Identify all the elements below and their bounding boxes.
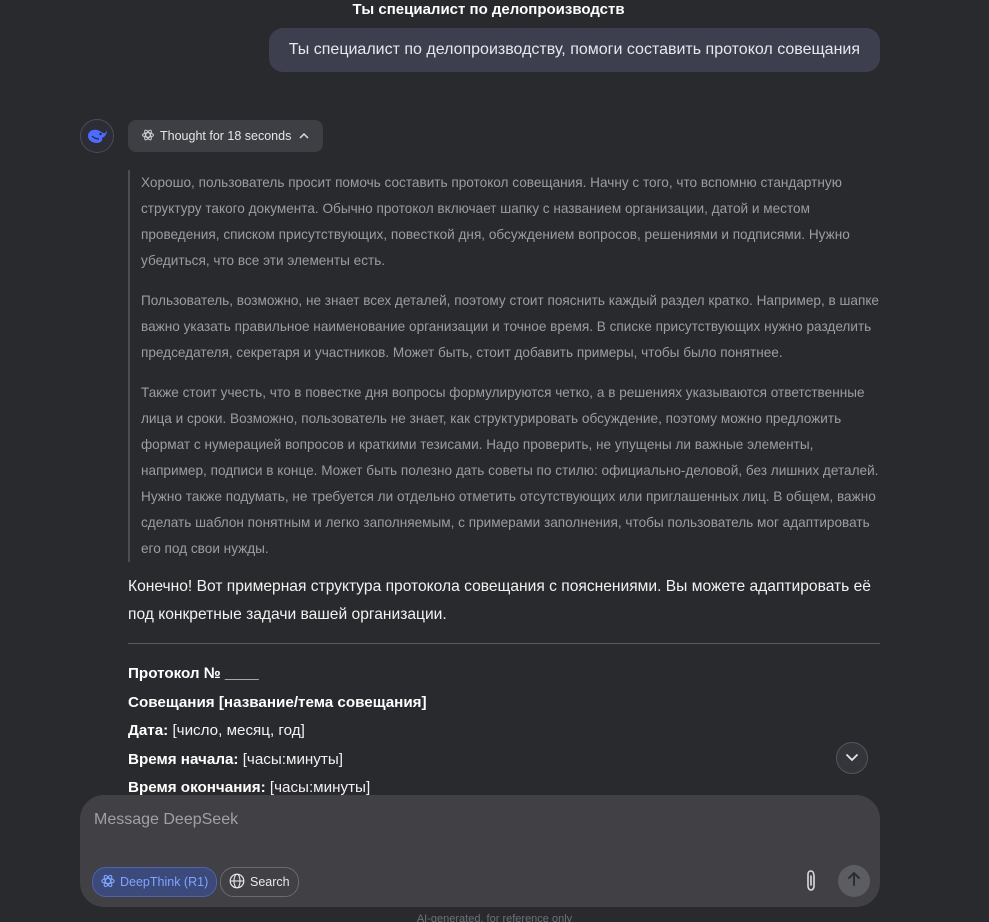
- chat-title-text: Ты специалист по делопроизводств: [352, 1, 625, 18]
- meeting-title: Совещания [название/тема совещания]: [128, 689, 880, 718]
- date-field: Дата: [число, месяц, год]: [128, 717, 880, 746]
- send-button[interactable]: [838, 865, 870, 897]
- protocol-number: Протокол № ____: [128, 660, 880, 689]
- deepthink-button[interactable]: DeepThink (R1): [92, 867, 218, 897]
- message-composer: Message DeepSeek DeepThink (R1) Search: [80, 795, 880, 907]
- user-message-bubble: Ты специалист по делопроизводству, помог…: [268, 28, 880, 72]
- chat-title: Ты специалист по делопроизводств: [0, 0, 989, 20]
- answer-intro: Конечно! Вот примерная структура протоко…: [128, 578, 871, 623]
- end-time-value: [часы:минуты]: [265, 779, 371, 796]
- search-label: Search: [250, 875, 290, 889]
- deepseek-whale-icon: [80, 119, 114, 153]
- thought-toggle-label: Thought for 18 seconds: [160, 129, 292, 143]
- chat-page: Ты специалист по делопроизводств Ты спец…: [0, 0, 989, 922]
- arrow-up-icon: [847, 871, 861, 892]
- scroll-to-bottom-button[interactable]: [836, 742, 868, 774]
- message-input[interactable]: Message DeepSeek: [94, 809, 238, 831]
- footer-disclaimer: AI-generated, for reference only: [416, 913, 573, 922]
- date-label: Дата:: [128, 722, 169, 739]
- reasoning-paragraph: Пользователь, возможно, не знает всех де…: [141, 293, 879, 360]
- divider: [128, 643, 880, 644]
- atom-icon: [101, 874, 115, 891]
- thought-toggle-button[interactable]: Thought for 18 seconds: [128, 120, 324, 152]
- atom-icon: [142, 129, 154, 144]
- deepthink-label: DeepThink (R1): [120, 875, 209, 889]
- chevron-up-icon: [299, 131, 309, 142]
- search-button[interactable]: Search: [220, 867, 299, 897]
- user-message-text: Ты специалист по делопроизводству, помог…: [288, 41, 860, 58]
- paperclip-icon[interactable]: [799, 867, 823, 895]
- protocol-number-heading: Протокол № ____: [128, 665, 259, 682]
- reasoning-paragraph: Хорошо, пользователь просит помочь соста…: [141, 175, 850, 268]
- reasoning-block: Хорошо, пользователь просит помочь соста…: [128, 170, 881, 562]
- meeting-title-heading: Совещания [название/тема совещания]: [128, 693, 427, 711]
- assistant-answer: Конечно! Вот примерная структура протоко…: [128, 573, 880, 803]
- globe-icon: [229, 873, 245, 892]
- start-time-field: Время начала: [часы:минуты]: [128, 746, 880, 775]
- date-value: [число, месяц, год]: [168, 722, 305, 739]
- start-time-label: Время начала:: [128, 750, 239, 768]
- reasoning-paragraph: Также стоит учесть, что в повестке дня в…: [141, 385, 879, 556]
- start-time-value: [часы:минуты]: [238, 750, 343, 768]
- chevron-down-icon: [845, 749, 859, 767]
- end-time-label: Время окончания:: [128, 779, 266, 796]
